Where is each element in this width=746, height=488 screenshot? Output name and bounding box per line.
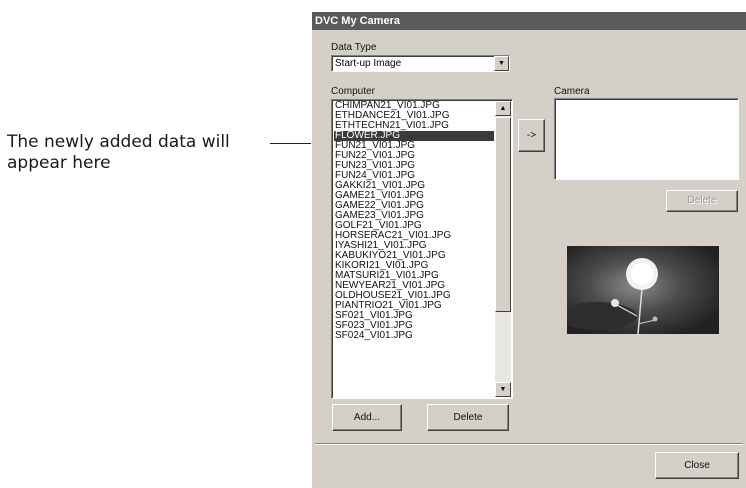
divider xyxy=(315,443,743,445)
delete-button[interactable]: Delete xyxy=(427,404,509,431)
my-camera-dialog: DVC My Camera Data Type Start-up Image ▼… xyxy=(311,12,746,488)
camera-file-list[interactable] xyxy=(554,98,739,180)
chevron-down-icon[interactable]: ▼ xyxy=(494,56,509,71)
camera-label: Camera xyxy=(554,86,590,97)
data-type-value: Start-up Image xyxy=(335,58,402,69)
close-button[interactable]: Close xyxy=(655,452,739,479)
flower-preview-image xyxy=(567,258,658,334)
camera-delete-button[interactable]: Delete xyxy=(666,190,738,212)
callout-line-2: appear here xyxy=(7,153,111,173)
computer-label: Computer xyxy=(331,86,375,97)
title-bar: DVC My Camera xyxy=(312,12,746,30)
callout-line-1: The newly added data will xyxy=(7,132,230,152)
data-type-label: Data Type xyxy=(331,42,377,53)
image-preview xyxy=(567,246,719,334)
file-items: CHIMPAN21_VI01.JPG ETHDANCE21_VI01.JPG ETH… xyxy=(334,101,494,341)
add-button[interactable]: Add... xyxy=(332,404,402,431)
arrow-down-icon[interactable]: ▼ xyxy=(495,382,511,397)
arrow-up-icon[interactable]: ▲ xyxy=(495,101,511,116)
transfer-to-camera-button[interactable]: -> xyxy=(518,119,545,152)
computer-file-list[interactable]: CHIMPAN21_VI01.JPG ETHDANCE21_VI01.JPG ETH… xyxy=(331,99,513,399)
vertical-scrollbar[interactable]: ▲ ▼ xyxy=(495,101,511,397)
callout-text: The newly added data will appear here xyxy=(7,132,230,174)
scrollbar-thumb[interactable] xyxy=(495,117,511,312)
data-type-select[interactable]: Start-up Image ▼ xyxy=(331,55,510,72)
file-list-item[interactable]: SF024_VI01.JPG xyxy=(334,331,494,341)
